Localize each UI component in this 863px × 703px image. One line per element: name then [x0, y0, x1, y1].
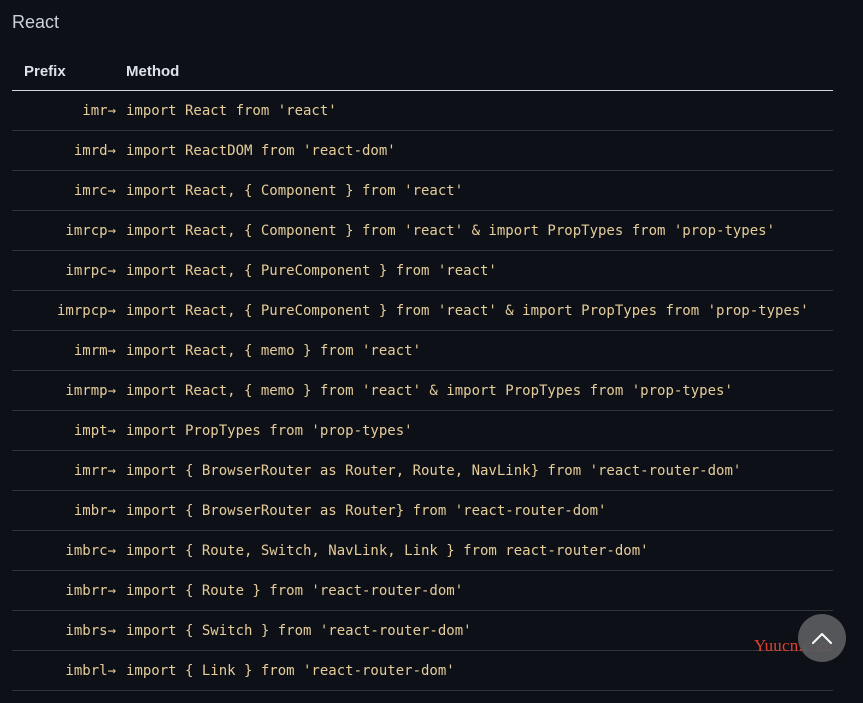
snippet-method: import { Route } from 'react-router-dom': [126, 570, 833, 611]
snippet-method: import React, { PureComponent } from 're…: [126, 250, 833, 291]
table-row: imbrl→ import { Link } from 'react-router…: [12, 650, 833, 691]
snippet-method: import PropTypes from 'prop-types': [126, 410, 833, 451]
snippet-prefix: imrpcp→: [12, 290, 126, 331]
snippet-method: import React, { Component } from 'react'…: [126, 210, 833, 251]
snippet-prefix: imbrs→: [12, 610, 126, 651]
snippet-prefix: imrpc→: [12, 250, 126, 291]
snippet-method: import { Switch } from 'react-router-dom…: [126, 610, 833, 651]
snippet-prefix: imrc→: [12, 170, 126, 211]
snippet-method: import { BrowserRouter as Router, Route,…: [126, 450, 833, 491]
table-row: imrm→ import React, { memo } from 'react': [12, 330, 833, 371]
snippet-method: import React, { Component } from 'react': [126, 170, 833, 211]
column-header-method: Method: [126, 52, 833, 91]
scroll-to-top-button[interactable]: [798, 614, 846, 662]
snippet-prefix: imrcp→: [12, 210, 126, 251]
snippet-prefix: imrm→: [12, 330, 126, 371]
table-row: imrd→ import ReactDOM from 'react-dom': [12, 130, 833, 171]
chevron-up-icon: [812, 633, 832, 644]
snippet-prefix: impt→: [12, 410, 126, 451]
snippet-prefix: imrmp→: [12, 370, 126, 411]
snippet-method: import { Route, Switch, NavLink, Link } …: [126, 530, 833, 571]
snippet-method: import ReactDOM from 'react-dom': [126, 130, 833, 171]
snippet-method: import React, { memo } from 'react' & im…: [126, 370, 833, 411]
table-row: imrmp→ import React, { memo } from 'react…: [12, 370, 833, 411]
table-header-row: Prefix Method: [12, 52, 833, 91]
snippet-method: import React from 'react': [126, 90, 833, 131]
snippet-prefix: imbrr→: [12, 570, 126, 611]
table-row: imrpcp→ import React, { PureComponent } f…: [12, 290, 833, 331]
column-header-prefix: Prefix: [12, 52, 126, 91]
section-title: React: [12, 12, 60, 32]
table-row: impt→ import PropTypes from 'prop-types': [12, 410, 833, 451]
table-row: imbrs→ import { Switch } from 'react-rout…: [12, 610, 833, 651]
snippet-method: import { Link } from 'react-router-dom': [126, 650, 833, 691]
table-row: imbrc→ import { Route, Switch, NavLink, L…: [12, 530, 833, 571]
snippet-prefix: imbrc→: [12, 530, 126, 571]
snippet-method: import React, { memo } from 'react': [126, 330, 833, 371]
snippet-prefix: imbrl→: [12, 650, 126, 691]
snippet-prefix: imrd→: [12, 130, 126, 171]
table-row: imrpc→ import React, { PureComponent } fr…: [12, 250, 833, 291]
snippets-table: Prefix Method imr→ import React from 'rea…: [12, 52, 833, 691]
table-row: imrc→ import React, { Component } from 'r…: [12, 170, 833, 211]
table-row: imbr→ import { BrowserRouter as Router} f…: [12, 490, 833, 531]
snippet-prefix: imbr→: [12, 490, 126, 531]
table-row: imrcp→ import React, { Component } from '…: [12, 210, 833, 251]
snippet-prefix: imrr→: [12, 450, 126, 491]
table-row: imr→ import React from 'react': [12, 90, 833, 131]
table-body: imr→ import React from 'react' imrd→ import…: [12, 90, 833, 691]
table-row: imrr→ import { BrowserRouter as Router, R…: [12, 450, 833, 491]
snippet-method: import React, { PureComponent } from 're…: [126, 290, 833, 331]
snippet-prefix: imr→: [12, 90, 126, 131]
snippet-method: import { BrowserRouter as Router} from '…: [126, 490, 833, 531]
table-row: imbrr→ import { Route } from 'react-route…: [12, 570, 833, 611]
